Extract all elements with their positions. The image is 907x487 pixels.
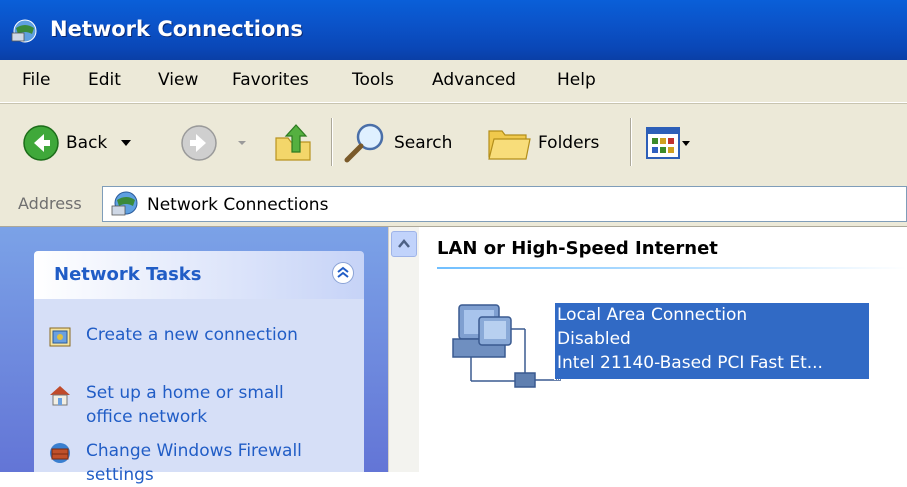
vertical-scrollbar[interactable] <box>388 227 419 472</box>
search-button[interactable]: Search <box>342 104 452 182</box>
new-connection-icon <box>49 327 71 347</box>
back-button[interactable]: Back <box>22 104 133 182</box>
task-create-connection[interactable]: Create a new connection <box>48 323 326 349</box>
menu-favorites[interactable]: Favorites <box>232 70 309 90</box>
connection-status: Disabled <box>557 329 631 349</box>
menu-bar: File Edit View Favorites Tools Advanced … <box>0 60 907 103</box>
connection-device: Intel 21140-Based PCI Fast Et... <box>557 353 823 373</box>
menu-file[interactable]: File <box>22 70 50 90</box>
folders-label: Folders <box>538 133 600 153</box>
network-tasks-header[interactable]: Network Tasks <box>34 251 364 299</box>
task-label: Set up a home or small office network <box>86 383 284 427</box>
up-folder-icon <box>275 124 311 161</box>
back-label: Back <box>66 133 108 153</box>
window-title: Network Connections <box>50 17 303 41</box>
address-bar: Address Network Connections <box>0 182 907 227</box>
task-label: Change Windows Firewall settings <box>86 441 302 485</box>
collapse-button[interactable] <box>332 262 354 284</box>
scroll-up-button[interactable] <box>391 231 417 257</box>
menu-tools[interactable]: Tools <box>352 70 394 90</box>
connection-name: Local Area Connection <box>557 305 748 325</box>
dropdown-arrow-icon[interactable] <box>236 139 248 147</box>
title-bar[interactable]: Network Connections <box>0 0 907 60</box>
views-button[interactable] <box>645 104 691 182</box>
task-firewall[interactable]: Change Windows Firewall settings <box>48 439 326 487</box>
group-divider <box>437 267 907 269</box>
group-heading: LAN or High-Speed Internet <box>437 238 718 259</box>
menu-advanced[interactable]: Advanced <box>432 70 516 90</box>
views-icon <box>646 127 690 159</box>
search-icon <box>344 123 384 163</box>
forward-arrow-icon <box>181 125 217 161</box>
connections-view: LAN or High-Speed Internet Local Area Co… <box>419 227 907 472</box>
address-value: Network Connections <box>147 195 329 215</box>
connection-selected-label[interactable]: Local Area Connection Disabled Intel 211… <box>554 302 870 380</box>
toolbar: Back Search Folders <box>0 103 907 183</box>
address-label: Address <box>18 194 82 213</box>
firewall-icon <box>50 443 70 463</box>
folders-button[interactable]: Folders <box>486 104 599 182</box>
dropdown-arrow-icon[interactable] <box>119 138 133 148</box>
chevron-up-icon <box>398 239 410 248</box>
menu-help[interactable]: Help <box>557 70 596 90</box>
task-label: Create a new connection <box>86 325 298 345</box>
back-arrow-icon <box>23 125 59 161</box>
network-connections-icon <box>11 19 37 43</box>
up-folder-button[interactable] <box>272 104 314 182</box>
task-home-network[interactable]: Set up a home or small office network <box>48 381 326 429</box>
network-connections-icon <box>111 191 138 216</box>
address-input[interactable]: Network Connections <box>102 186 907 222</box>
home-network-icon <box>50 386 70 406</box>
toolbar-separator <box>331 118 333 166</box>
double-chevron-up-icon <box>337 266 349 278</box>
folders-icon <box>488 130 531 160</box>
menu-edit[interactable]: Edit <box>88 70 121 90</box>
toolbar-separator <box>630 118 632 166</box>
search-label: Search <box>394 133 453 153</box>
menu-view[interactable]: View <box>158 70 198 90</box>
network-tasks-list: Create a new connection Set up a home or… <box>34 299 364 485</box>
lan-connection-icon[interactable] <box>449 299 563 399</box>
task-pane: Network Tasks Create a new connection Se… <box>0 227 388 485</box>
network-tasks-title: Network Tasks <box>54 264 202 285</box>
forward-button[interactable] <box>180 104 248 182</box>
